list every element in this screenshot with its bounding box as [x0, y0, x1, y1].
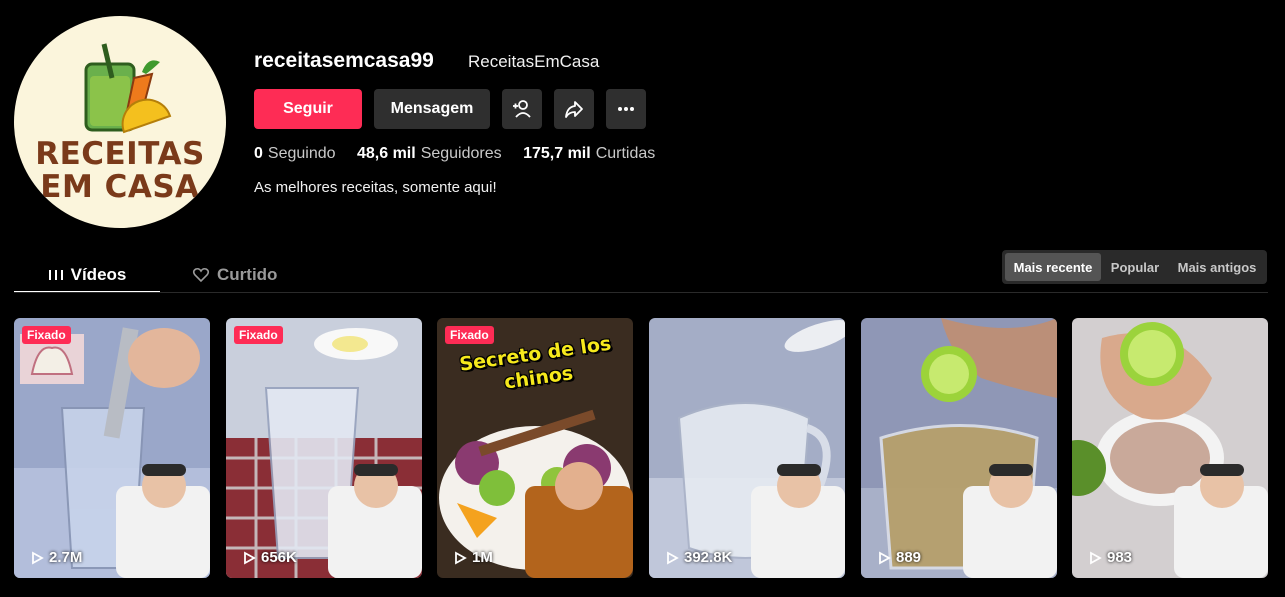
- message-button[interactable]: Mensagem: [374, 89, 490, 129]
- profile-stats: 0 Seguindo 48,6 mil Seguidores 175,7 mil Cu…: [254, 145, 672, 163]
- followers-label[interactable]: Seguidores: [421, 145, 502, 162]
- view-count: 2.7M: [30, 549, 82, 566]
- tab-videos[interactable]: Vídeos: [14, 259, 160, 293]
- view-count: 889: [877, 549, 921, 566]
- profile-bio: As melhores receitas, somente aqui!: [254, 179, 497, 196]
- video-thumbnail-1: [14, 318, 210, 578]
- play-icon: [455, 550, 467, 565]
- tab-liked[interactable]: Curtido: [192, 259, 277, 291]
- logo-text-line1: RECEITAS: [35, 136, 205, 172]
- video-card-5[interactable]: 889: [861, 318, 1057, 578]
- sort-popular-button[interactable]: Popular: [1102, 253, 1168, 281]
- view-count-value: 656K: [261, 549, 297, 566]
- view-count-value: 889: [896, 549, 922, 566]
- tab-videos-label: Vídeos: [70, 265, 127, 284]
- video-card-4[interactable]: 392.8K: [649, 318, 845, 578]
- profile-username: receitasemcasa99: [254, 49, 434, 72]
- video-thumbnail-5: [861, 318, 1057, 578]
- view-count: 983: [1088, 549, 1132, 566]
- pinned-badge: Fixado: [445, 326, 494, 344]
- more-dots-icon: [618, 107, 634, 111]
- view-count-value: 392.8K: [684, 549, 733, 566]
- logo-text-line2: EM CASA: [40, 169, 200, 205]
- view-count-value: 1M: [472, 549, 493, 566]
- sort-oldest-button[interactable]: Mais antigos: [1170, 253, 1264, 281]
- play-icon: [1090, 550, 1102, 565]
- following-count: 0: [254, 145, 263, 162]
- liked-heart-icon: [192, 267, 210, 283]
- video-thumbnail-6: [1072, 318, 1268, 578]
- share-button[interactable]: [554, 89, 594, 129]
- following-label[interactable]: Seguindo: [268, 145, 336, 162]
- likes-label: Curtidas: [595, 145, 656, 162]
- tab-liked-label: Curtido: [217, 265, 278, 284]
- followers-count: 48,6 mil: [356, 145, 416, 162]
- video-thumbnail-2: [226, 318, 422, 578]
- video-card-3[interactable]: Secreto de los chinos Fixado 1M: [437, 318, 633, 578]
- grid-icon: [48, 270, 63, 280]
- view-count: 392.8K: [665, 549, 732, 566]
- add-person-icon: [513, 100, 531, 118]
- play-icon: [879, 550, 891, 565]
- video-card-6[interactable]: 983: [1072, 318, 1268, 578]
- view-count-value: 2.7M: [49, 549, 83, 566]
- tab-divider: [14, 292, 1268, 293]
- sort-selector: Mais recente Popular Mais antigos: [1002, 250, 1267, 284]
- share-arrow-icon: [565, 101, 583, 118]
- play-icon: [32, 550, 44, 565]
- sort-latest-button[interactable]: Mais recente: [1005, 253, 1101, 281]
- add-friend-button[interactable]: [502, 89, 542, 129]
- view-count: 656K: [242, 549, 297, 566]
- profile-nickname: ReceitasEmCasa: [468, 52, 600, 71]
- view-count: 1M: [453, 549, 493, 566]
- more-options-button[interactable]: [606, 89, 646, 129]
- view-count-value: 983: [1107, 549, 1133, 566]
- likes-count: 175,7 mil: [523, 145, 591, 162]
- video-card-2[interactable]: Fixado 656K: [226, 318, 422, 578]
- play-icon: [244, 550, 256, 565]
- follow-button[interactable]: Seguir: [254, 89, 362, 129]
- video-card-1[interactable]: Fixado 2.7M: [14, 318, 210, 578]
- profile-avatar[interactable]: RECEITAS EM CASA: [14, 16, 226, 228]
- pinned-badge: Fixado: [234, 326, 283, 344]
- pinned-badge: Fixado: [22, 326, 71, 344]
- video-thumbnail-4: [649, 318, 845, 578]
- play-icon: [667, 550, 679, 565]
